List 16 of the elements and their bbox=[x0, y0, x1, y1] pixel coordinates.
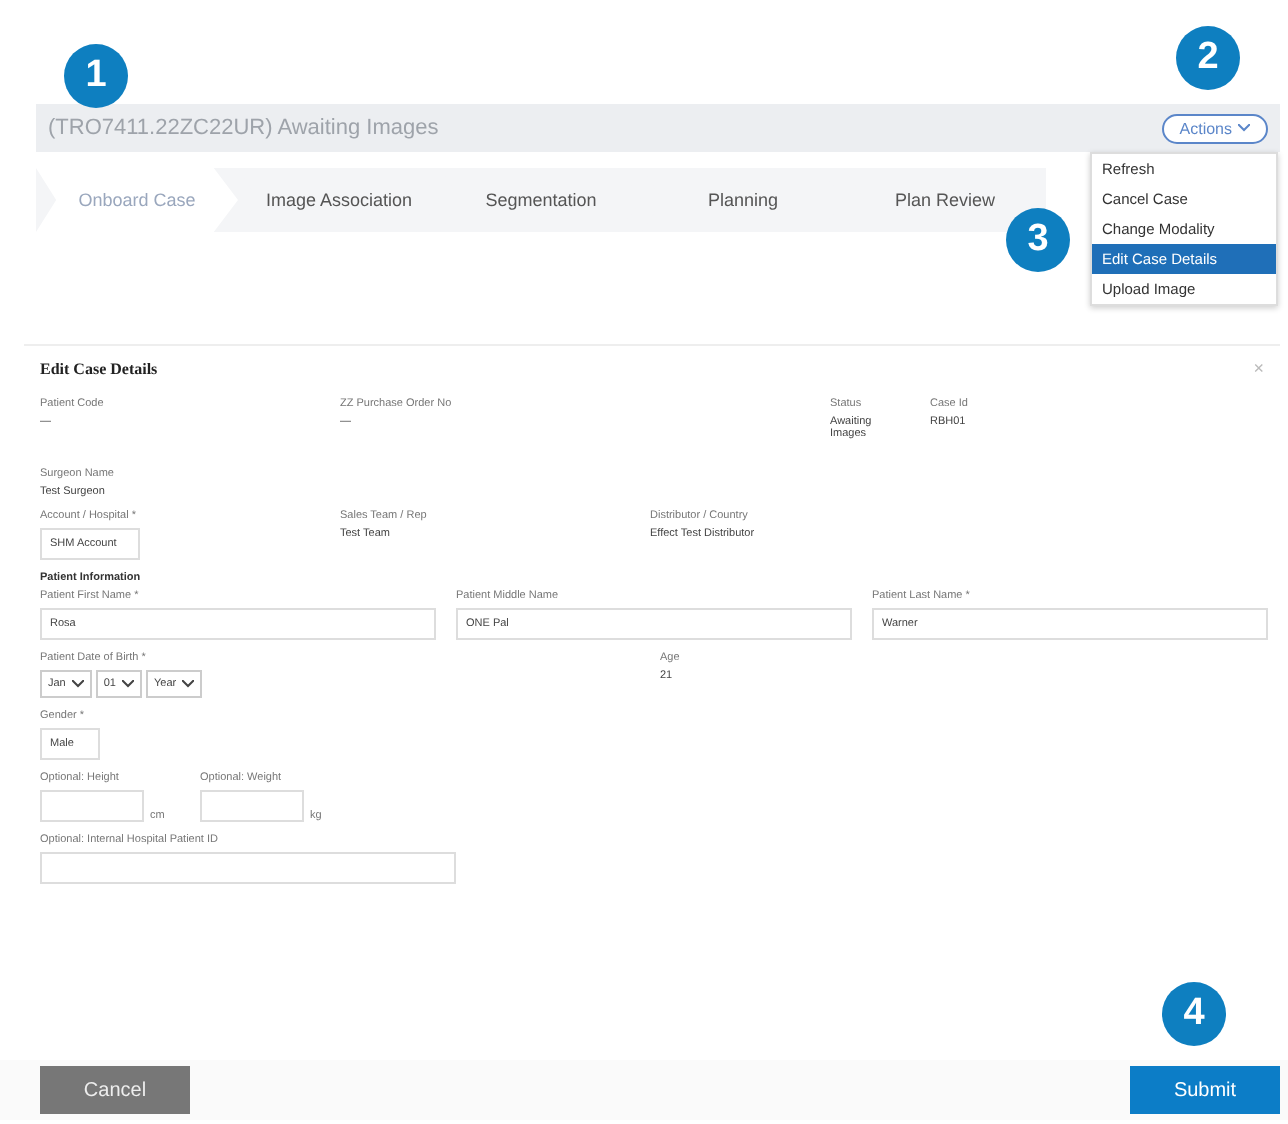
callout-number: 2 bbox=[1176, 26, 1240, 90]
chevron-down-icon bbox=[1238, 124, 1250, 132]
callout-number: 1 bbox=[64, 44, 128, 108]
number-field[interactable] bbox=[200, 790, 304, 822]
chevron-down-icon bbox=[182, 680, 195, 688]
number-field[interactable] bbox=[40, 790, 144, 822]
case-title: (TRO7411.22ZC22UR) Awaiting Images bbox=[48, 116, 439, 140]
actions-button[interactable]: Actions bbox=[1161, 113, 1268, 143]
dialog-title: Edit Case Details bbox=[40, 359, 158, 377]
text-field[interactable] bbox=[40, 852, 456, 884]
callout-number: 3 bbox=[1006, 208, 1070, 272]
callout-number: 4 bbox=[1162, 982, 1226, 1046]
cancel-button[interactable]: Cancel bbox=[40, 1066, 190, 1114]
chevron-down-icon bbox=[122, 680, 134, 688]
chevron-down-icon bbox=[71, 680, 84, 688]
submit-button[interactable]: Submit bbox=[1130, 1066, 1280, 1114]
